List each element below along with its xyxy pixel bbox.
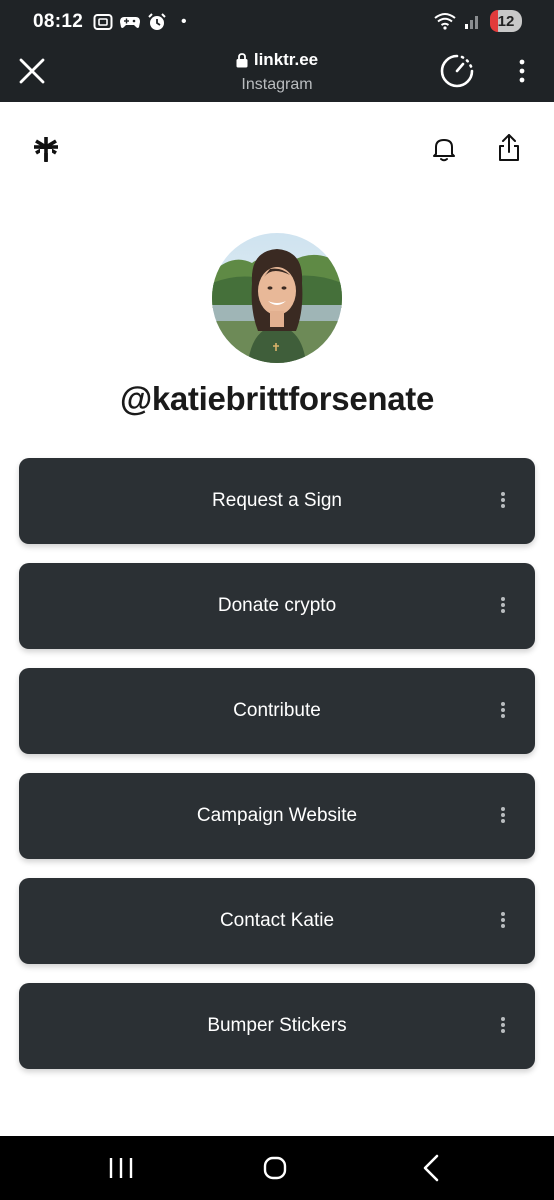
link-label: Campaign Website (196, 805, 358, 826)
link-list: Request a Sign Donate crypto Contribute … (19, 458, 535, 1088)
url-domain: linktr.ee (253, 50, 319, 69)
url-line: linktr.ee (236, 50, 318, 70)
link-more-icon[interactable] (499, 597, 507, 615)
link-more-icon[interactable] (499, 807, 507, 825)
share-icon[interactable] (495, 133, 523, 163)
linktree-page: @katiebrittforsenate Request a Sign Dona… (0, 102, 554, 1136)
link-button-bumper-stickers[interactable]: Bumper Stickers (19, 983, 535, 1069)
status-time: 08:12 (33, 11, 84, 32)
status-notification-icons: • (93, 12, 187, 32)
link-button-campaign-website[interactable]: Campaign Website (19, 773, 535, 859)
link-button-contribute[interactable]: Contribute (19, 668, 535, 754)
link-label: Contact Katie (219, 910, 335, 931)
notification-dot: • (181, 13, 187, 30)
battery-badge: 12 (490, 10, 522, 32)
link-more-icon[interactable] (499, 492, 507, 510)
link-more-icon[interactable] (499, 912, 507, 930)
linktree-logo-icon[interactable] (33, 136, 59, 162)
lock-icon (236, 52, 248, 67)
link-label: Request a Sign (212, 490, 342, 511)
battery-level: 12 (497, 12, 515, 30)
status-bar: 08:12 • 12 (0, 0, 554, 38)
more-vertical-icon[interactable] (512, 58, 532, 84)
link-label: Bumper Stickers (207, 1015, 347, 1036)
link-button-donate-crypto[interactable]: Donate crypto (19, 563, 535, 649)
link-label: Donate crypto (217, 595, 337, 616)
speed-dial-icon[interactable] (440, 54, 474, 88)
browser-toolbar: linktr.ee Instagram (0, 38, 554, 102)
home-icon[interactable] (263, 1156, 287, 1180)
link-button-request-a-sign[interactable]: Request a Sign (19, 458, 535, 544)
signal-icon (465, 16, 478, 29)
link-more-icon[interactable] (499, 1017, 507, 1035)
profile-photo (212, 233, 342, 363)
bell-icon[interactable] (430, 135, 458, 163)
screenshot-icon (93, 14, 113, 30)
link-label: Contribute (233, 700, 321, 721)
game-controller-icon (120, 17, 140, 28)
status-system-icons: 12 (434, 10, 522, 32)
link-button-contact-katie[interactable]: Contact Katie (19, 878, 535, 964)
profile-username: @katiebrittforsenate (119, 380, 435, 417)
navigation-bar (0, 1136, 554, 1200)
alarm-icon (148, 13, 166, 30)
recent-apps-icon[interactable] (108, 1157, 134, 1179)
wifi-icon (434, 13, 456, 30)
back-icon[interactable] (420, 1154, 442, 1182)
avatar (212, 233, 342, 363)
link-more-icon[interactable] (499, 702, 507, 720)
